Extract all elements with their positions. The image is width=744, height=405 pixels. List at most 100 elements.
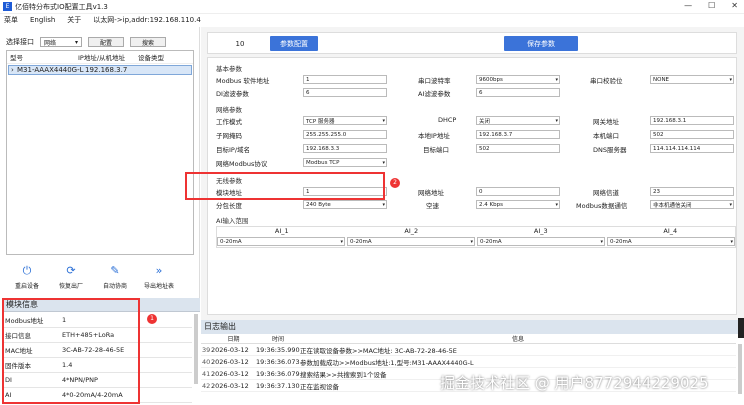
mask-label: 子网掩码 — [216, 132, 242, 140]
dhcp-select[interactable]: 关闭 ▾ — [476, 116, 560, 125]
ai-range-selects: 0-20mA ▾ 0-20mA ▾ 0-20mA ▾ 0-20mA ▾ — [217, 237, 735, 246]
ai-4-select[interactable]: 0-20mA ▾ — [607, 237, 735, 246]
menu-item-english[interactable]: English — [30, 16, 55, 24]
param-toolbar: 10 参数配置 保存参数 — [207, 32, 737, 54]
ai-header: AI_2 — [404, 227, 419, 235]
ai-range-header: AI_1 AI_2 AI_3 AI_4 — [217, 227, 735, 235]
chevron-down-icon: ▾ — [470, 238, 473, 245]
packet-length-label: 分包长度 — [216, 202, 242, 210]
double-chevron-icon: » — [155, 264, 163, 277]
device-row[interactable]: › M31-AAAX4440G-L 192.168.3.7 — [8, 65, 192, 75]
maximize-icon[interactable]: ☐ — [708, 1, 715, 10]
ai-filter-label: AI滤波参数 — [418, 90, 451, 98]
parity-select[interactable]: NONE ▾ — [650, 75, 734, 84]
chevron-down-icon: ▾ — [555, 117, 558, 124]
number-field[interactable]: 10 — [214, 38, 264, 50]
ai-3-select[interactable]: 0-20mA ▾ — [477, 237, 605, 246]
mode-label: 工作模式 — [216, 118, 242, 126]
gateway-input[interactable]: 192.168.3.1 — [650, 116, 734, 125]
local-ip-input[interactable]: 192.168.3.7 — [476, 130, 560, 139]
chevron-down-icon: ▾ — [600, 238, 603, 245]
parity-label: 串口校验位 — [590, 77, 623, 85]
net-addr-label: 网络地址 — [418, 189, 444, 197]
chevron-down-icon: ▾ — [730, 238, 733, 245]
basic-section-title: 基本参数 — [216, 65, 242, 73]
chevron-down-icon: ▾ — [382, 201, 385, 208]
chevron-down-icon: ▾ — [555, 76, 558, 83]
chevron-down-icon: ▾ — [74, 38, 78, 46]
ai-1-select[interactable]: 0-20mA ▾ — [217, 237, 345, 246]
highlight-box-module — [2, 298, 140, 404]
baud-select[interactable]: 9600bps ▾ — [476, 75, 560, 84]
config-button[interactable]: 配置 — [88, 37, 124, 47]
di-filter-label: DI滤波参数 — [216, 90, 249, 98]
target-ip-input[interactable]: 192.168.3.3 — [303, 144, 387, 153]
export-address-button[interactable]: » 导出地址表 — [144, 264, 174, 290]
modbus-addr-label: Modbus 软件地址 — [216, 77, 270, 85]
factory-reset-button[interactable]: ⟳ 恢复出厂 — [56, 264, 86, 290]
chevron-down-icon: ▾ — [340, 238, 343, 245]
chevron-down-icon: ▾ — [382, 159, 385, 166]
port-select[interactable]: 网络 ▾ — [40, 37, 82, 47]
net-section-title: 网络参数 — [216, 106, 242, 114]
chevron-down-icon: ▾ — [729, 76, 732, 83]
mode-select[interactable]: TCP 服务器 ▾ — [303, 116, 387, 125]
channel-label: 网络信道 — [593, 189, 619, 197]
chevron-down-icon: ▾ — [555, 201, 558, 208]
local-port-input[interactable]: 502 — [650, 130, 734, 139]
log-title: 日志输出 — [201, 320, 744, 334]
air-rate-select[interactable]: 2.4 Kbps ▾ — [476, 200, 560, 209]
net-addr-input[interactable]: 0 — [476, 187, 560, 196]
gateway-label: 网关地址 — [593, 118, 619, 126]
window-title: 亿佰特分布式IO配置工具v1.3 — [15, 3, 108, 11]
modbus-proto-select[interactable]: Modbus TCP ▾ — [303, 158, 387, 167]
ai-filter-input[interactable]: 6 — [476, 88, 560, 97]
log-scrollbar[interactable] — [738, 344, 742, 394]
local-ip-label: 本地IP地址 — [418, 132, 450, 140]
menu-bar: 菜单 English 关于 以太网->ip,addr:192.168.110.4 — [0, 14, 744, 26]
target-port-label: 目标端口 — [423, 146, 449, 154]
search-button[interactable]: 搜索 — [130, 37, 166, 47]
ai-2-select[interactable]: 0-20mA ▾ — [347, 237, 475, 246]
module-scrollbar[interactable] — [194, 314, 198, 384]
config-panel: 基本参数 Modbus 软件地址 1 串口波特率 9600bps ▾ 串口校验位 … — [185, 57, 737, 315]
restart-device-button[interactable]: ⏻ 重启设备 — [12, 264, 42, 290]
window-controls: — ☐ ✕ — [684, 1, 738, 10]
close-icon[interactable]: ✕ — [731, 1, 738, 10]
local-port-label: 本机端口 — [593, 132, 619, 140]
edge-handle[interactable] — [738, 318, 744, 338]
app-icon: E — [3, 2, 12, 11]
menu-item-connection[interactable]: 以太网->ip,addr:192.168.110.4 — [93, 15, 201, 25]
modbus-comm-label: Modbus数据通信 — [576, 202, 628, 210]
dns-label: DNS服务器 — [593, 146, 627, 154]
auto-negotiate-button[interactable]: ✎ 自动协商 — [100, 264, 130, 290]
ai-range-title: AI输入范围 — [216, 217, 249, 225]
refresh-icon: ⟳ — [66, 264, 76, 277]
ai-header: AI_4 — [663, 227, 678, 235]
menu-item-menu[interactable]: 菜单 — [4, 15, 18, 25]
modbus-addr-input[interactable]: 1 — [303, 75, 387, 84]
dns-input[interactable]: 114.114.114.114 — [650, 144, 734, 153]
title-bar: E 亿佰特分布式IO配置工具v1.3 — ☐ ✕ — [0, 0, 744, 14]
power-icon: ⏻ — [22, 264, 32, 277]
tool-row: ⏻ 重启设备 ⟳ 恢复出厂 ✎ 自动协商 » 导出地址表 — [12, 264, 174, 290]
log-row: 39 2026-03-12 19:36:35.990 正在读取设备参数>>MAC地址:… — [201, 344, 736, 356]
channel-input[interactable]: 23 — [650, 187, 734, 196]
log-row: 40 2026-03-12 19:36:36.073 参数加载成功>>Modbus地址… — [201, 356, 736, 368]
minimize-icon[interactable]: — — [684, 1, 692, 10]
target-port-input[interactable]: 502 — [476, 144, 560, 153]
param-config-button[interactable]: 参数配置 — [270, 36, 318, 51]
air-rate-label: 空速 — [426, 202, 439, 210]
save-params-button[interactable]: 保存参数 — [504, 36, 578, 51]
target-ip-label: 目标IP/域名 — [216, 146, 251, 154]
highlight-box-wireless — [185, 172, 385, 200]
menu-item-about[interactable]: 关于 — [67, 15, 81, 25]
di-filter-input[interactable]: 6 — [303, 88, 387, 97]
badge-2: 2 — [390, 178, 400, 188]
device-table: 型号 IP地址/从机地址 设备类型 › M31-AAAX4440G-L 192.… — [6, 50, 194, 255]
packet-length-select[interactable]: 240 Byte ▾ — [303, 200, 387, 209]
chevron-down-icon: ▾ — [729, 201, 732, 208]
mask-input[interactable]: 255.255.255.0 — [303, 130, 387, 139]
modbus-comm-select[interactable]: 非本机通信关闭 ▾ — [650, 200, 734, 209]
device-table-header: 型号 IP地址/从机地址 设备类型 — [7, 51, 193, 64]
